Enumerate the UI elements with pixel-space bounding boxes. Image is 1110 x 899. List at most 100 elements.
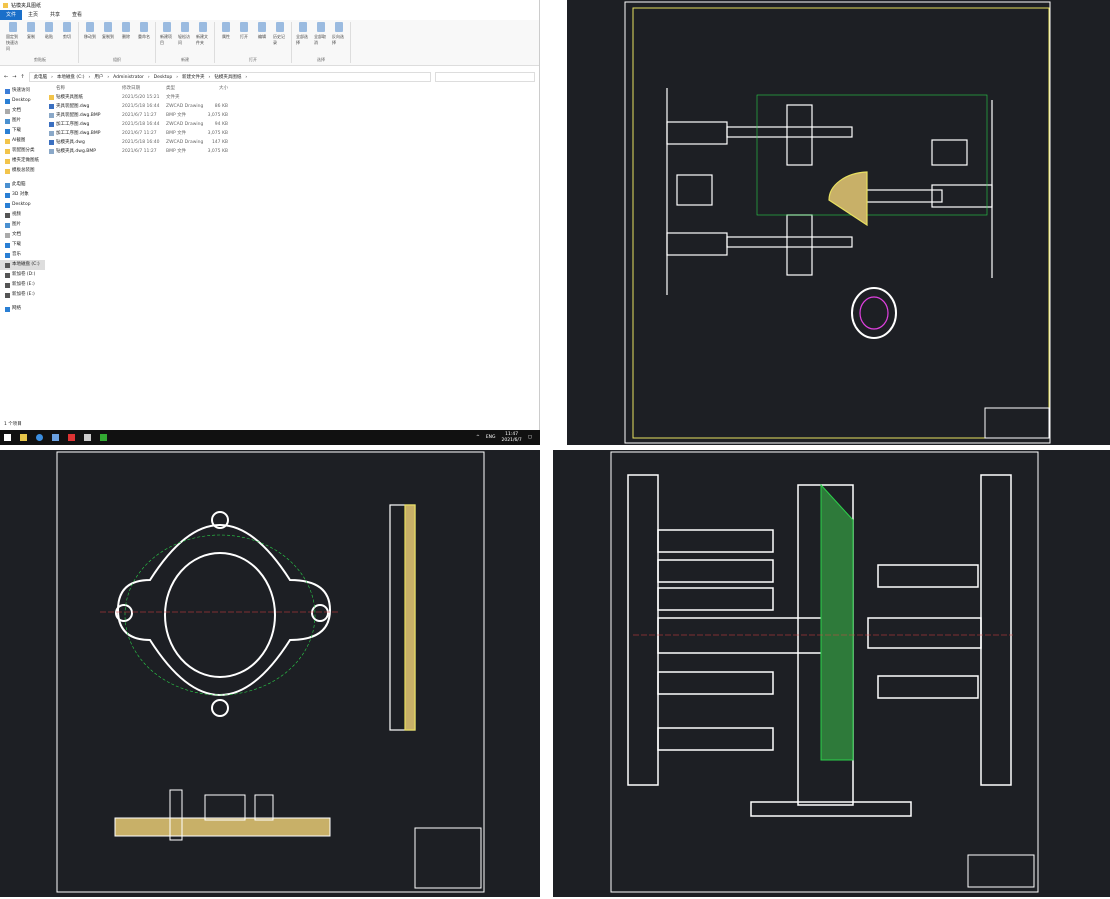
ribbon-button-icon [199, 22, 207, 32]
breadcrumb-item[interactable]: 本地磁盘 (C:) [57, 74, 85, 80]
sidebar-item[interactable]: 网络 [0, 304, 45, 314]
chevron-right-icon: › [208, 74, 211, 80]
window-title: 钻模夹具图纸 [11, 2, 42, 9]
notification-icon[interactable]: ▢ [528, 435, 532, 440]
sidebar-item[interactable]: 装配图分类 [0, 146, 45, 156]
file-name: 钻模夹具.dwg [48, 138, 122, 147]
sidebar-item[interactable]: 音乐 [0, 250, 45, 260]
list-item[interactable]: 钻模夹具图纸 2021/5/20 15:21 文件夹 [48, 93, 228, 102]
ribbon-button-label: 粘贴 [45, 34, 53, 39]
sidebar-item[interactable]: 文档 [0, 230, 45, 240]
breadcrumb[interactable]: 此电脑 › 本地磁盘 (C:) › 用户 › Administrator › Desktop › 新… [28, 72, 431, 82]
sidebar-item[interactable]: 图片 [0, 220, 45, 230]
tab-1[interactable]: 主页 [22, 10, 44, 20]
ribbon-group: 移动到 复制到 删除 重命名 组织 [79, 22, 156, 63]
inner-frame [632, 7, 1050, 439]
column-header[interactable]: 修改日期 [122, 84, 166, 93]
file-type: BMP 文件 [166, 131, 187, 136]
ribbon-button-icon [45, 22, 53, 32]
time: 11:47 [505, 431, 519, 437]
up-icon[interactable]: ↑ [20, 74, 24, 80]
forward-icon[interactable]: → [12, 74, 16, 80]
ribbon-group-label: 剪贴板 [34, 57, 46, 62]
ribbon-button-icon [299, 22, 307, 32]
ribbon-group: 全部选择 全部取消 反向选择 选择 [292, 22, 351, 63]
sidebar-item[interactable]: 下载 [0, 240, 45, 250]
sidebar-item[interactable]: Desktop [0, 200, 45, 210]
file-size: 94 KB [214, 122, 228, 127]
sidebar-item[interactable]: 视频 [0, 210, 45, 220]
chevron-right-icon: › [176, 74, 179, 80]
sidebar-item[interactable]: AI截图 [0, 136, 45, 146]
breadcrumb-item[interactable]: 用户 [94, 74, 103, 80]
ribbon-button-label: 剪切 [63, 34, 71, 39]
cad-taskbar-icon[interactable] [100, 434, 107, 441]
chevron-up-icon[interactable]: ^ [476, 435, 480, 440]
tab-2[interactable]: 共享 [44, 10, 66, 20]
cad-process-svg [56, 451, 485, 893]
ribbon-button-icon [27, 22, 35, 32]
sidebar-item[interactable]: 新加卷 (E:) [0, 280, 45, 290]
breadcrumb-item[interactable]: Desktop [154, 75, 173, 80]
sidebar-item[interactable]: 本地磁盘 (C:) [0, 260, 45, 270]
breadcrumb-item[interactable]: 新建文件夹 [182, 74, 205, 80]
ribbon-group: 固定到快速访问 复制 粘贴 剪切 剪贴板 [2, 22, 79, 63]
app-taskbar-icon[interactable] [84, 434, 91, 441]
list-item[interactable]: 夹具装配图.dwg.BMP 2021/6/7 11:27 BMP 文件 3,075 K… [48, 111, 228, 120]
ribbon-button-label: 轻松访问 [178, 34, 190, 45]
sidebar-item[interactable]: 快速访问 [0, 86, 45, 96]
sidebar-item[interactable]: 下载 [0, 126, 45, 136]
column-header[interactable]: 名称 [48, 84, 122, 93]
bottom-view [114, 789, 331, 841]
start-icon[interactable] [4, 434, 11, 441]
sidebar-item[interactable]: 模板总装图 [0, 166, 45, 176]
ribbon-group: 属性 打开 编辑 历史记录 打开 [215, 22, 292, 63]
hatched-section [820, 483, 854, 761]
cad-assembly-svg [624, 1, 1051, 444]
column-header[interactable]: 类型 [166, 84, 206, 93]
sidebar-item[interactable]: 文档 [0, 106, 45, 116]
ribbon-button-icon [258, 22, 266, 32]
ribbon-group-label: 选择 [317, 57, 325, 62]
tab-0[interactable]: 文件 [0, 10, 23, 20]
ribbon-button-icon [222, 22, 230, 32]
sidebar-item[interactable]: 新加卷 (E:) [0, 290, 45, 300]
file-type: 文件夹 [166, 95, 180, 100]
list-item[interactable]: 加工工序图.dwg 2021/5/18 16:44 ZWCAD Drawing 94 … [48, 120, 228, 129]
file-name: 钻模夹具.dwg.BMP [48, 147, 122, 156]
cad-drawing-assembly [567, 0, 1110, 445]
list-item[interactable]: 夹具装配图.dwg 2021/5/18 16:44 ZWCAD Drawing 86 … [48, 102, 228, 111]
file-type: ZWCAD Drawing [166, 122, 204, 127]
clock[interactable]: 11:47 2021/6/7 [502, 432, 522, 444]
back-icon[interactable]: ← [4, 74, 8, 80]
sidebar-item[interactable]: 楼夹定做图纸 [0, 156, 45, 166]
breadcrumb-item[interactable]: Administrator [113, 75, 144, 80]
bolt-circle [124, 534, 316, 696]
file-type: BMP 文件 [166, 113, 187, 118]
sidebar-item[interactable]: Desktop [0, 96, 45, 106]
address-bar: ← → ↑ 此电脑 › 本地磁盘 (C:) › 用户 › Administrator › Des… [0, 70, 539, 84]
language-indicator[interactable]: ENG [486, 435, 496, 440]
sidebar-item[interactable]: 图片 [0, 116, 45, 126]
sidebar-item[interactable]: 新加卷 (D:) [0, 270, 45, 280]
tab-3[interactable]: 查看 [66, 10, 88, 20]
ribbon-tabs: 文件 主页 共享 查看 [0, 10, 539, 20]
file-name: 加工工序图.dwg.BMP [48, 129, 122, 138]
breadcrumb-item[interactable]: 钻模夹具图纸 [214, 74, 241, 80]
sidebar-item[interactable]: 3D 对象 [0, 190, 45, 200]
list-item[interactable]: 钻模夹具.dwg.BMP 2021/6/7 11:27 BMP 文件 3,075 KB [48, 147, 228, 156]
column-header[interactable]: 大小 [206, 84, 228, 93]
list-item[interactable]: 钻模夹具.dwg 2021/5/18 16:40 ZWCAD Drawing 147 … [48, 138, 228, 147]
file-date: 2021/6/7 11:27 [122, 131, 157, 136]
list-item[interactable]: 加工工序图.dwg.BMP 2021/6/7 11:27 BMP 文件 3,075 K… [48, 129, 228, 138]
ribbon-group-label: 打开 [249, 57, 257, 62]
app-taskbar-icon[interactable] [68, 434, 75, 441]
drawing-frame [624, 1, 1051, 444]
browser-taskbar-icon[interactable] [36, 434, 43, 441]
file-explorer-taskbar-icon[interactable] [20, 434, 27, 441]
ribbon-button-label: 打开 [240, 34, 248, 39]
sidebar-item[interactable]: 此电脑 [0, 180, 45, 190]
search-input[interactable] [435, 72, 535, 82]
breadcrumb-item[interactable]: 此电脑 [34, 74, 48, 80]
document-taskbar-icon[interactable] [52, 434, 59, 441]
